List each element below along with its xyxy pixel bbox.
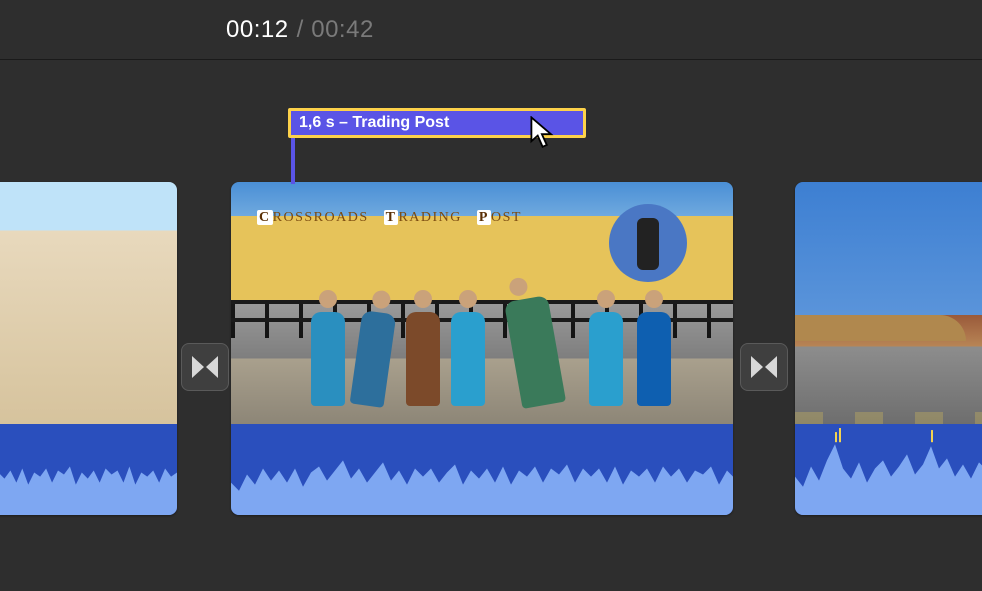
title-clip[interactable]: 1,6 s – Trading Post bbox=[288, 108, 586, 138]
clip-2-thumbnail: CROSSROADS TRADING POST P bbox=[231, 182, 733, 424]
transition-1[interactable] bbox=[181, 343, 229, 391]
clip-3-audio-waveform[interactable] bbox=[795, 424, 982, 515]
clip-1-thumbnail bbox=[0, 182, 177, 424]
video-clip-1[interactable] bbox=[0, 182, 177, 515]
video-clip-2[interactable]: CROSSROADS TRADING POST P bbox=[231, 182, 733, 515]
timeline[interactable]: 1,6 s – Trading Post CROSSROADS TRADING … bbox=[0, 60, 982, 591]
storefront-sign: CROSSROADS TRADING POST bbox=[257, 210, 522, 226]
playhead-total-time: 00:42 bbox=[311, 16, 374, 44]
title-clip-label: 1,6 s – Trading Post bbox=[299, 114, 449, 132]
people-graphic bbox=[231, 286, 733, 406]
clip-3-thumbnail bbox=[795, 182, 982, 424]
playhead-current-time: 00:12 bbox=[226, 16, 289, 44]
time-separator: / bbox=[297, 16, 304, 44]
transition-icon bbox=[190, 352, 220, 382]
clip-2-audio-waveform[interactable] bbox=[231, 424, 733, 515]
timeline-toolbar: 00:12 / 00:42 bbox=[0, 0, 982, 60]
video-clip-3[interactable] bbox=[795, 182, 982, 515]
clip-1-audio-waveform[interactable] bbox=[0, 424, 177, 515]
mural-graphic bbox=[609, 204, 687, 282]
transition-icon bbox=[749, 352, 779, 382]
transition-2[interactable] bbox=[740, 343, 788, 391]
title-clip-connector bbox=[291, 138, 295, 184]
